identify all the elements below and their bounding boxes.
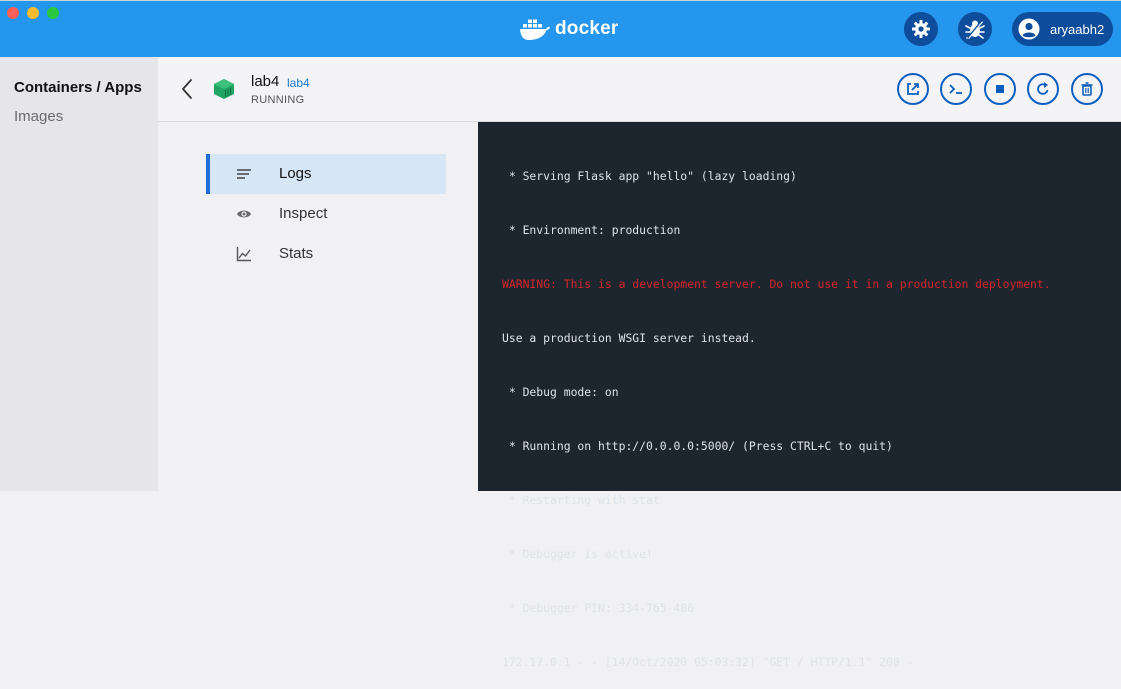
container-image-link[interactable]: lab4 [287, 76, 310, 90]
user-avatar-icon [1018, 18, 1040, 40]
container-name: lab4 [251, 73, 280, 90]
stop-icon [996, 85, 1004, 93]
open-in-browser-button[interactable] [897, 73, 929, 105]
container-header: lab4 lab4 RUNNING [158, 57, 1121, 122]
tab-logs-label: Logs [279, 165, 312, 182]
terminal-icon [949, 84, 962, 94]
external-link-icon [907, 83, 919, 95]
container-running-icon [212, 77, 236, 101]
maximize-window-button[interactable] [47, 7, 59, 19]
close-window-button[interactable] [7, 7, 19, 19]
docker-whale-icon [520, 19, 550, 40]
log-line: * Environment: production [502, 223, 681, 237]
bug-icon [965, 20, 985, 39]
restart-icon [1037, 82, 1049, 95]
account-button[interactable]: aryaabh2 [1012, 12, 1113, 46]
stop-button[interactable] [984, 73, 1016, 105]
back-button[interactable] [178, 77, 198, 101]
sidebar: Containers / Apps Images [0, 57, 158, 491]
sidebar-item-images[interactable]: Images [14, 108, 63, 125]
log-line: 172.17.0.1 - - [14/Oct/2020 05:03:32] "G… [502, 655, 914, 669]
tab-inspect-label: Inspect [279, 205, 328, 222]
container-status: RUNNING [251, 94, 305, 106]
tab-stats[interactable]: Stats [206, 234, 446, 274]
account-name: aryaabh2 [1050, 21, 1105, 37]
log-line: * Running on http://0.0.0.0:5000/ (Press… [502, 439, 893, 453]
log-line: * Serving Flask app "hello" (lazy loadin… [502, 169, 797, 183]
chart-icon [236, 247, 251, 262]
gear-icon [912, 20, 930, 38]
log-console[interactable]: * Serving Flask app "hello" (lazy loadin… [478, 122, 1121, 669]
lines-icon [237, 169, 251, 179]
delete-button[interactable] [1071, 73, 1103, 105]
tab-inspect[interactable]: Inspect [206, 194, 446, 234]
log-line: Use a production WSGI server instead. [502, 331, 756, 345]
tab-logs[interactable]: Logs [206, 154, 446, 194]
docker-logo: docker [519, 14, 619, 44]
tab-stats-label: Stats [279, 245, 314, 262]
minimize-window-button[interactable] [27, 7, 39, 19]
eye-icon [237, 210, 251, 218]
title-bar: docker aryaabh2 [0, 0, 1121, 57]
log-line: * Debugger PIN: 334-765-486 [502, 601, 695, 615]
log-line: * Restarting with stat [502, 493, 660, 507]
log-line-warning: WARNING: This is a development server. D… [502, 277, 1051, 291]
restart-button[interactable] [1027, 73, 1059, 105]
settings-button[interactable] [904, 12, 938, 46]
chevron-left-icon [182, 79, 192, 99]
brand-name: docker [555, 18, 619, 39]
log-line: * Debugger is active! [502, 547, 653, 561]
cli-button[interactable] [940, 73, 972, 105]
log-line: * Debug mode: on [502, 385, 619, 399]
trash-icon [1081, 82, 1093, 96]
sidebar-item-containers-apps[interactable]: Containers / Apps [14, 79, 142, 96]
troubleshoot-button[interactable] [958, 12, 992, 46]
window-edge [0, 0, 1121, 1]
